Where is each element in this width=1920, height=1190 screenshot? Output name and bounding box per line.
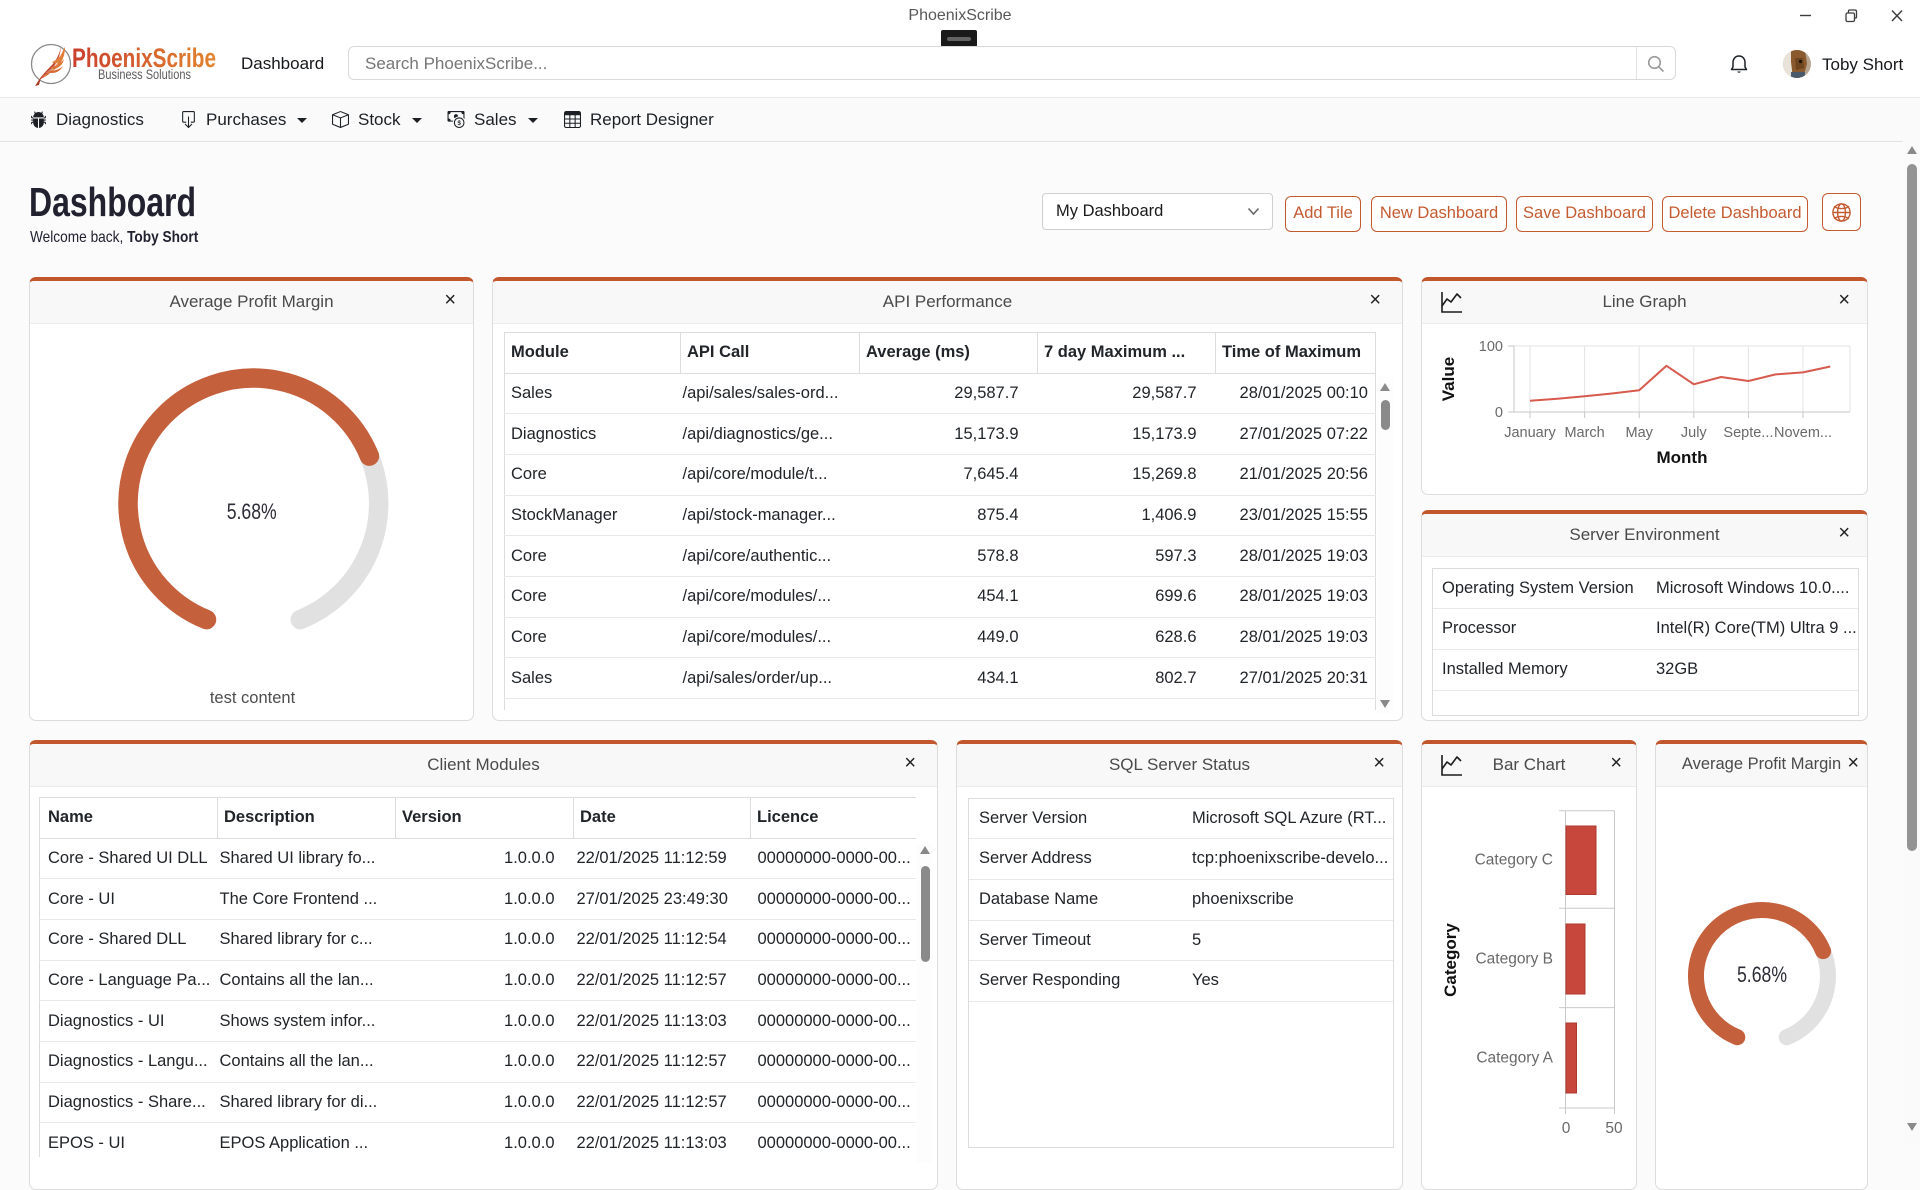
svg-text:Month: Month bbox=[1657, 448, 1708, 467]
svg-text:Value: Value bbox=[1439, 356, 1458, 400]
svg-text:Category C: Category C bbox=[1475, 851, 1553, 868]
svg-text:Category B: Category B bbox=[1475, 950, 1553, 967]
svg-text:January: January bbox=[1504, 425, 1556, 441]
svg-text:100: 100 bbox=[1479, 339, 1503, 355]
svg-text:May: May bbox=[1625, 425, 1653, 441]
svg-text:5.68%: 5.68% bbox=[227, 499, 277, 524]
svg-text:Septe...: Septe... bbox=[1723, 425, 1773, 441]
svg-text:50: 50 bbox=[1605, 1120, 1623, 1137]
svg-text:Category: Category bbox=[1441, 922, 1460, 996]
svg-text:Novem...: Novem... bbox=[1774, 425, 1832, 441]
svg-text:March: March bbox=[1564, 425, 1604, 441]
svg-text:Category A: Category A bbox=[1476, 1049, 1553, 1066]
svg-text:Business Solutions: Business Solutions bbox=[98, 67, 191, 82]
svg-text:0: 0 bbox=[1495, 405, 1503, 421]
svg-text:July: July bbox=[1681, 425, 1708, 441]
svg-text:0: 0 bbox=[1562, 1120, 1571, 1137]
svg-text:5.68%: 5.68% bbox=[1737, 962, 1787, 987]
